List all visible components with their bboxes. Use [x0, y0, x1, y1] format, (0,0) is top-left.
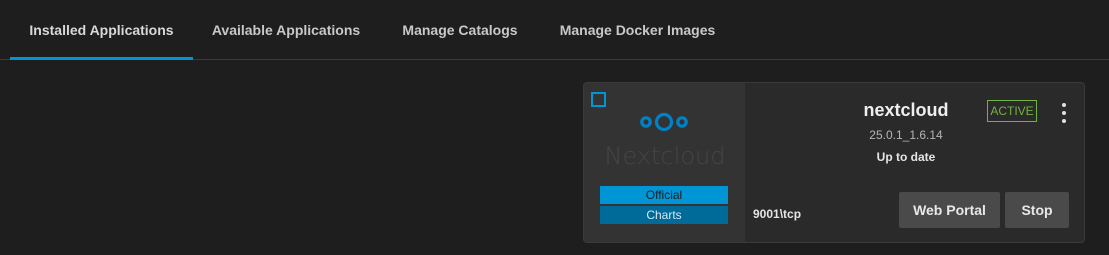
logo-wordmark: Nextcloud: [605, 142, 726, 168]
status-badge: ACTIVE: [987, 100, 1037, 122]
app-card-logo-panel: Nextcloud Official Charts: [584, 83, 745, 242]
app-name: nextcloud: [863, 100, 949, 120]
web-portal-button[interactable]: Web Portal: [899, 192, 1000, 228]
train-badge: Charts: [600, 206, 728, 224]
stop-button[interactable]: Stop: [1005, 192, 1069, 228]
more-vert-icon[interactable]: [1058, 103, 1070, 123]
port-label: 9001\tcp: [753, 207, 802, 221]
select-checkbox[interactable]: [591, 92, 606, 107]
app-version: 25.0.1_1.6.14: [869, 128, 943, 142]
tab-manage-catalogs[interactable]: Manage Catalogs: [379, 0, 541, 60]
app-card: Nextcloud Official Charts nextcloud 25.0…: [583, 82, 1085, 243]
catalog-badge: Official: [600, 186, 728, 204]
nextcloud-logo: Nextcloud: [605, 112, 726, 168]
tab-installed-applications[interactable]: Installed Applications: [10, 0, 193, 60]
active-tab-indicator: [10, 57, 193, 60]
update-status: Up to date: [876, 150, 936, 164]
tab-manage-docker-images[interactable]: Manage Docker Images: [541, 0, 734, 60]
tab-available-applications[interactable]: Available Applications: [193, 0, 379, 60]
tab-bar: Installed Applications Available Applica…: [0, 0, 1109, 60]
